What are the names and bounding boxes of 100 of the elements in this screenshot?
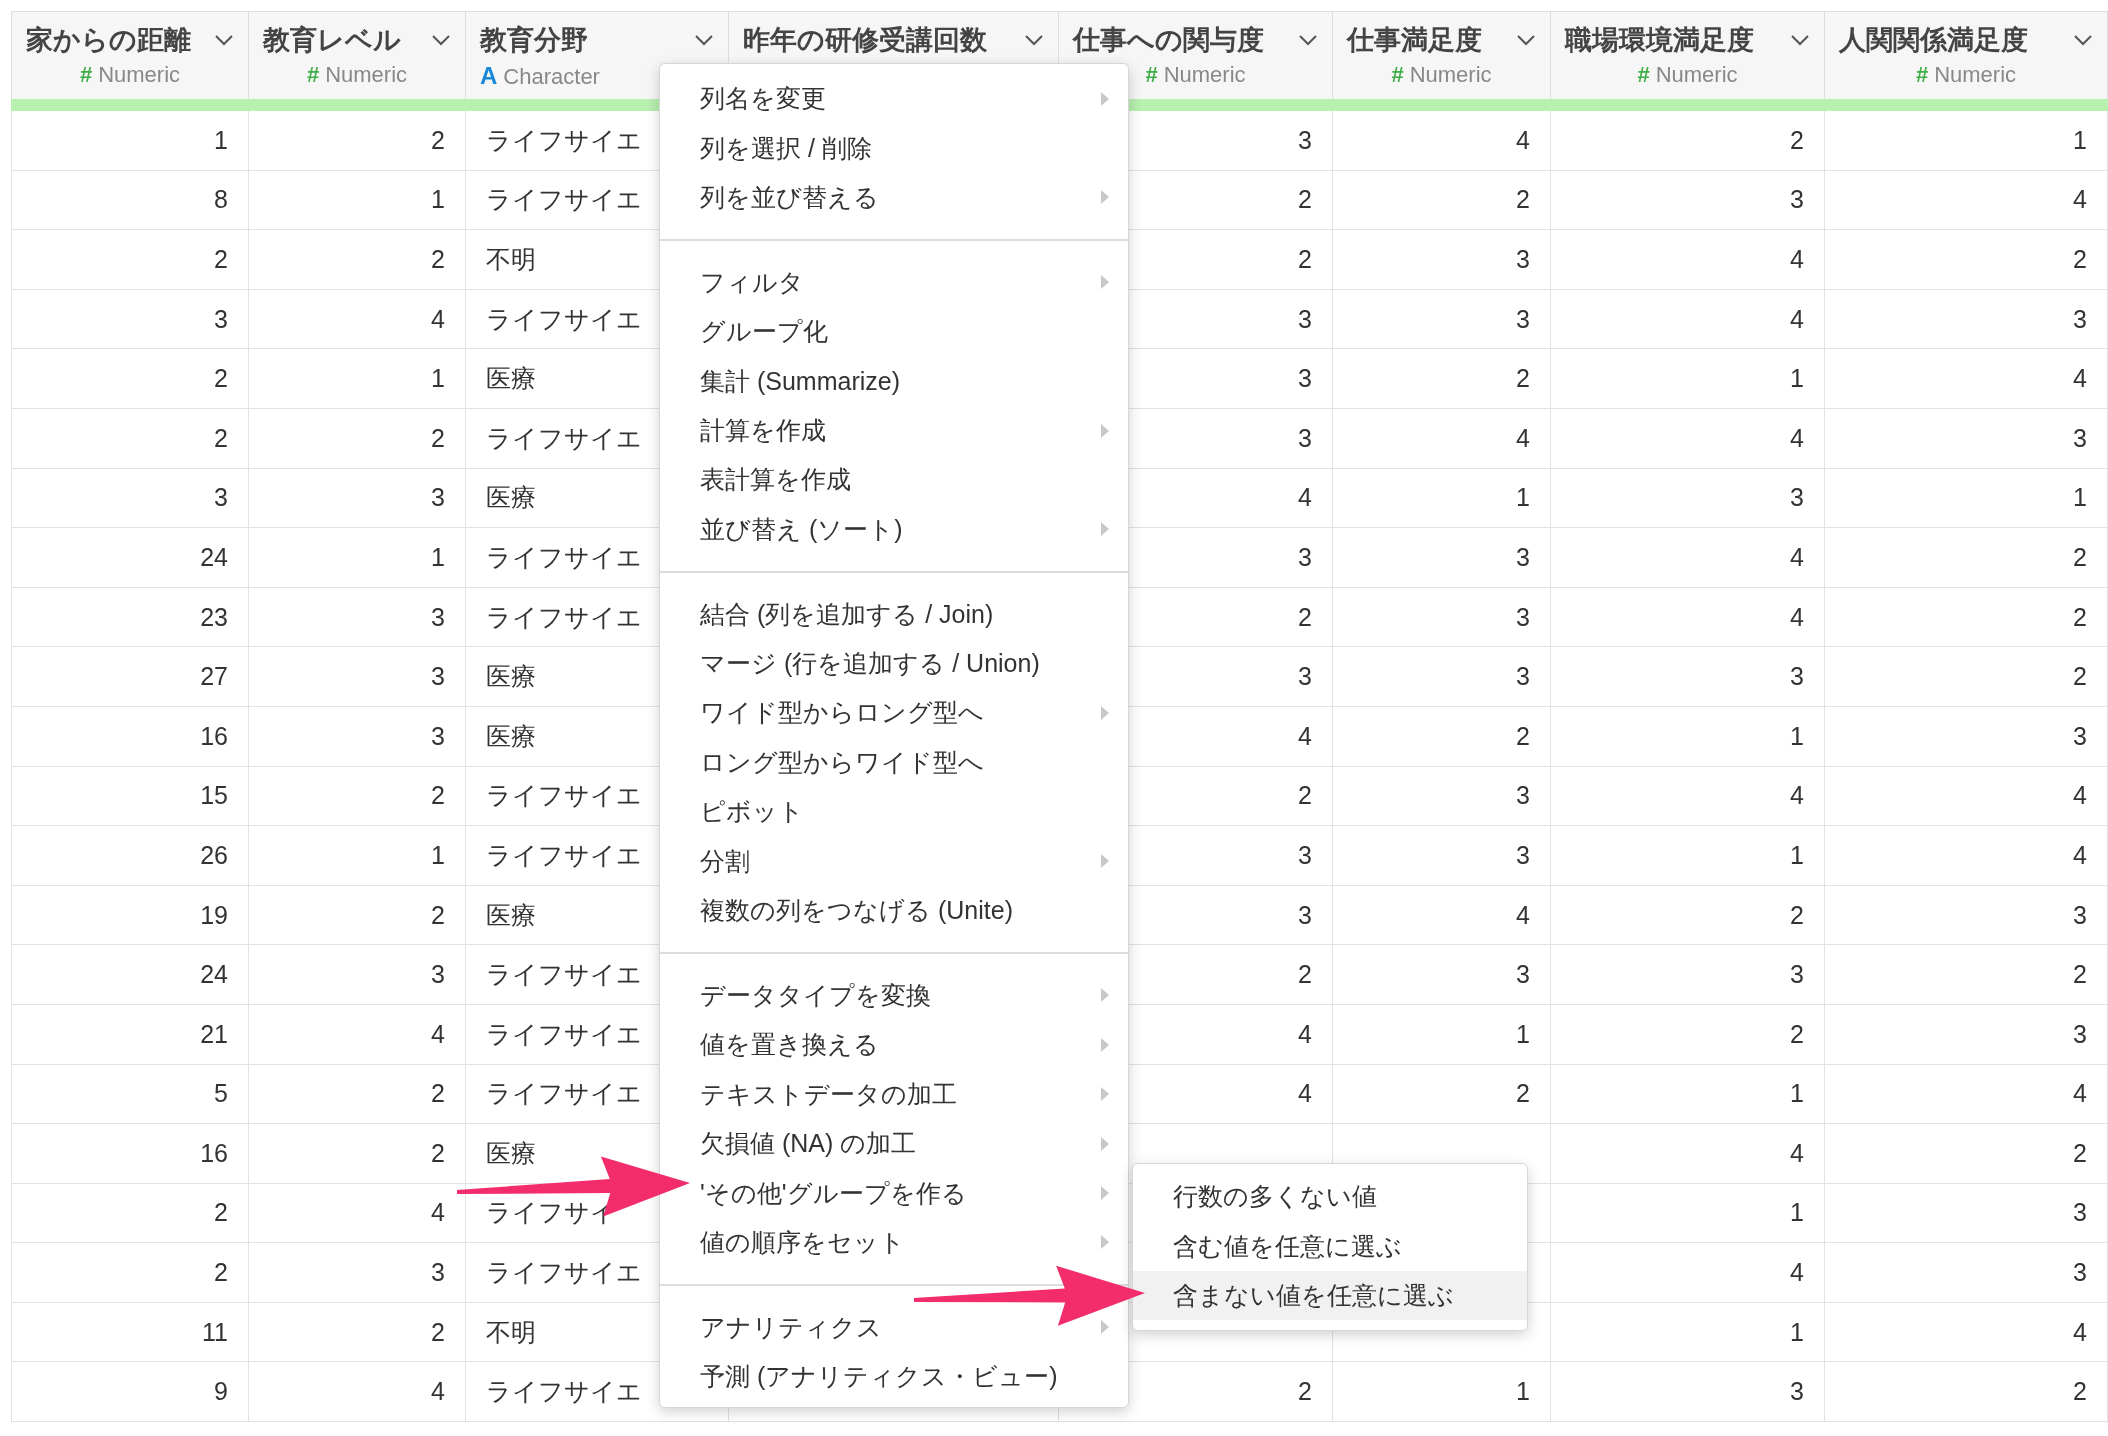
menu-item[interactable]: 列名を変更	[660, 74, 1128, 124]
table-cell: 2	[431, 1079, 445, 1109]
table-cell: 3	[1790, 185, 1804, 215]
column-type: Character	[503, 64, 600, 90]
column-type: Numeric	[1163, 62, 1246, 88]
chevron-down-icon[interactable]	[1516, 33, 1536, 47]
table-cell: 3	[1790, 960, 1804, 990]
table-cell: 2	[431, 900, 445, 930]
table-cell: 2	[1516, 1079, 1530, 1109]
table-cell: 23	[200, 602, 228, 632]
table-cell: 4	[2073, 1079, 2087, 1109]
chevron-down-icon[interactable]	[2073, 33, 2093, 47]
chevron-down-icon[interactable]	[1298, 33, 1318, 47]
table-cell: 2	[431, 125, 445, 155]
table-cell: 4	[1790, 1258, 1804, 1288]
table-cell: 3	[2073, 1198, 2087, 1228]
chevron-down-icon[interactable]	[1024, 33, 1044, 47]
menu-item[interactable]: 含む値を任意に選ぶ	[1133, 1221, 1527, 1271]
menu-item[interactable]: 'その他'グループを作る	[660, 1168, 1128, 1218]
table-cell: 3	[431, 1258, 445, 1288]
menu-item[interactable]: 列を選択 / 削除	[660, 123, 1128, 173]
menu-item[interactable]: ピボット	[660, 787, 1128, 837]
menu-item[interactable]: 列を並び替える	[660, 172, 1128, 223]
table-cell: 3	[1298, 662, 1312, 692]
chevron-down-icon[interactable]	[431, 33, 451, 47]
table-cell-text: ライフサイエ	[486, 124, 642, 156]
menu-item[interactable]: 行数の多くない値	[1133, 1172, 1527, 1222]
table-cell-text: 医療	[486, 363, 536, 395]
column-type: Numeric	[1934, 62, 2017, 88]
chevron-down-icon[interactable]	[1790, 33, 1810, 47]
table-cell-text: ライフサイエ	[486, 1078, 642, 1110]
table-cell: 1	[1790, 1198, 1804, 1228]
menu-item[interactable]: 値の順序をセット	[660, 1217, 1128, 1268]
table-cell: 3	[1298, 900, 1312, 930]
table-cell: 2	[2073, 542, 2087, 572]
table-cell: 4	[1790, 602, 1804, 632]
table-cell: 4	[1790, 245, 1804, 274]
table-cell-text: 医療	[486, 899, 536, 931]
table-cell-text: ライフサイエ	[486, 1018, 642, 1050]
table-cell: 3	[1298, 840, 1312, 870]
table-cell: 4	[2073, 185, 2087, 215]
table-cell: 1	[1516, 1019, 1530, 1049]
menu-item[interactable]: グループ化	[660, 307, 1128, 357]
table-cell: 4	[431, 1019, 445, 1049]
menu-item[interactable]: 予測 (アナリティクス・ビュー)	[660, 1352, 1128, 1402]
table-cell-text: 不明	[486, 244, 536, 275]
table-cell: 3	[1298, 364, 1312, 394]
menu-item[interactable]: 分割	[660, 836, 1128, 886]
menu-item[interactable]: データタイプを変換	[660, 970, 1128, 1021]
menu-item[interactable]: 計算を作成	[660, 405, 1128, 456]
table-cell-text: ライフサイエ	[486, 839, 642, 871]
table-cell: 3	[2073, 900, 2087, 930]
menu-item[interactable]: 結合 (列を追加する / Join)	[660, 589, 1128, 639]
table-cell: 4	[1298, 1079, 1312, 1109]
table-cell: 2	[2073, 1138, 2087, 1168]
menu-item[interactable]: 複数の列をつなげる (Unite)	[660, 885, 1128, 936]
menu-item[interactable]: アナリティクス	[660, 1302, 1128, 1352]
table-cell: 3	[1298, 304, 1312, 334]
column-title: 教育レベル	[263, 24, 401, 57]
table-cell: 9	[214, 1377, 228, 1407]
table-cell: 2	[214, 1198, 228, 1228]
menu-item[interactable]: 含まない値を任意に選ぶ	[1133, 1270, 1527, 1321]
table-cell: 11	[202, 1317, 228, 1347]
number-type-icon: #	[306, 62, 320, 88]
menu-item[interactable]: マージ (行を追加する / Union)	[660, 638, 1128, 689]
table-cell-text: ライフサイエ	[486, 1257, 642, 1289]
table-cell-text: ライフサイエ	[486, 422, 642, 454]
chevron-down-icon[interactable]	[214, 33, 234, 47]
table-cell: 26	[200, 840, 228, 870]
table-cell: 16	[200, 1138, 228, 1168]
menu-item[interactable]: 欠損値 (NA) の加工	[660, 1118, 1128, 1169]
table-cell: 2	[1516, 185, 1530, 215]
table-cell: 2	[2073, 602, 2087, 632]
menu-item[interactable]: 集計 (Summarize)	[660, 356, 1128, 406]
menu-item[interactable]: テキストデータの加工	[660, 1069, 1128, 1119]
menu-item[interactable]: 並び替え (ソート)	[660, 504, 1128, 554]
table-cell: 1	[1790, 1079, 1804, 1109]
table-cell: 3	[2073, 423, 2087, 453]
table-cell: 3	[2073, 304, 2087, 334]
table-cell: 3	[2073, 1019, 2087, 1049]
column-type: Numeric	[1409, 62, 1492, 88]
menu-item[interactable]: 値を置き換える	[660, 1020, 1128, 1070]
menu-item[interactable]: ワイド型からロング型へ	[660, 688, 1128, 738]
column-title: 教育分野	[480, 24, 588, 57]
menu-item[interactable]: 表計算を作成	[660, 455, 1128, 505]
table-cell: 1	[1790, 840, 1804, 870]
table-cell: 4	[1516, 125, 1530, 155]
table-cell-text: 医療	[486, 661, 536, 693]
table-cell: 4	[2073, 1317, 2087, 1347]
table-cell: 2	[214, 245, 228, 274]
table-cell: 3	[214, 483, 228, 513]
menu-item[interactable]: フィルタ	[660, 257, 1128, 308]
table-cell: 3	[1516, 602, 1530, 632]
chevron-down-icon[interactable]	[694, 33, 714, 47]
table-cell: 2	[1790, 1019, 1804, 1049]
table-cell: 3	[1298, 423, 1312, 453]
menu-item[interactable]: ロング型からワイド型へ	[660, 737, 1128, 788]
number-type-icon: #	[79, 62, 93, 88]
number-type-icon: #	[1915, 62, 1929, 88]
table-cell: 3	[1516, 960, 1530, 990]
